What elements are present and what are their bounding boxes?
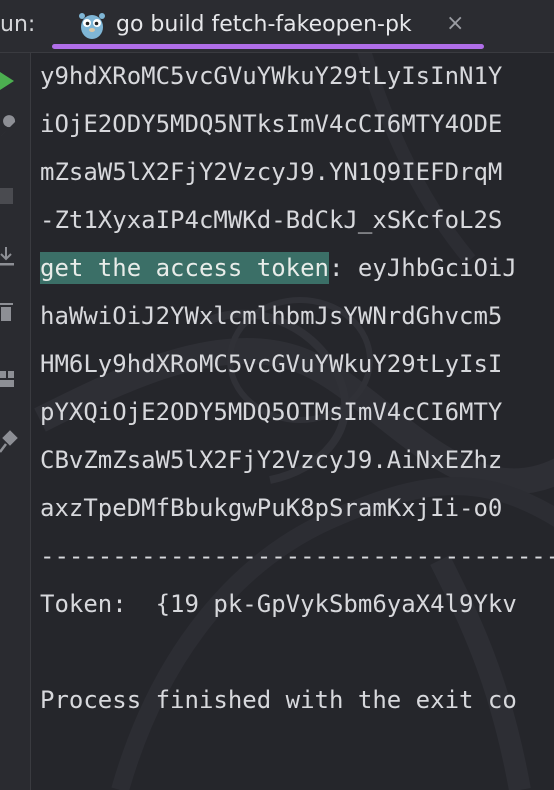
close-icon[interactable]: × (446, 11, 464, 36)
tab-title: go build fetch-fakeopen-pk (116, 12, 412, 37)
access-token-highlight: get the access token (40, 252, 329, 284)
active-tab-indicator (52, 44, 484, 49)
run-label: un: (0, 12, 36, 37)
console-line-process-finished: Process finished with the exit co (40, 686, 517, 714)
console-separator: ------------------------------------ (40, 542, 554, 570)
console-line: y9hdXRoMC5vcGVuYWkuY29tLyIsInN1Y (40, 62, 503, 90)
console-line: pYXQiOjE2ODY5MDQ5OTMsImV4cCI6MTY (40, 398, 503, 426)
download-icon[interactable] (0, 243, 22, 273)
console-line: haWwiOiJ2YWxlcmlhbmJsYWNrdGhvcm5 (40, 302, 503, 330)
console-line: CBvZmZsaW5lX2FjY2VzcyJ9.AiNxEZhz (40, 446, 503, 474)
run-toolwindow-header: un: go build fetch-fakeopen-pk × (0, 0, 554, 53)
trash-icon[interactable] (0, 297, 22, 327)
console-line: -Zt1XyxaIP4cMWKd-BdCkJ_xSKcfoL2S (40, 206, 503, 234)
console-line-access-token: get the access token: eyJhbGciOiJ (40, 246, 517, 290)
console-line: HM6Ly9hdXRoMC5vcGVuYWkuY29tLyIsI (40, 350, 503, 378)
tab-go-build[interactable]: go build fetch-fakeopen-pk × (52, 0, 484, 52)
run-icon[interactable] (0, 66, 22, 96)
stop-icon[interactable] (0, 182, 22, 212)
wrench-icon[interactable] (0, 112, 22, 142)
run-toolbar (0, 53, 31, 790)
console-output[interactable]: y9hdXRoMC5vcGVuYWkuY29tLyIsInN1Y iOjE2OD… (40, 54, 554, 790)
console-line: axzTpeDMfBbukgwPuK8pSramKxjIi-o0 (40, 494, 503, 522)
access-token-value: : eyJhbGciOiJ (328, 254, 517, 282)
layout-icon[interactable] (0, 365, 22, 395)
go-gopher-icon (79, 13, 105, 39)
console-line-token: Token: {19 pk-GpVykSbm6yaX4l9Ykv (40, 590, 517, 618)
console-line: iOjE2ODY5MDQ5NTksImV4cCI6MTY4ODE (40, 110, 503, 138)
pin-icon[interactable] (0, 428, 22, 458)
console-line: mZsaW5lX2FjY2VzcyJ9.YN1Q9IEFDrqM (40, 158, 503, 186)
